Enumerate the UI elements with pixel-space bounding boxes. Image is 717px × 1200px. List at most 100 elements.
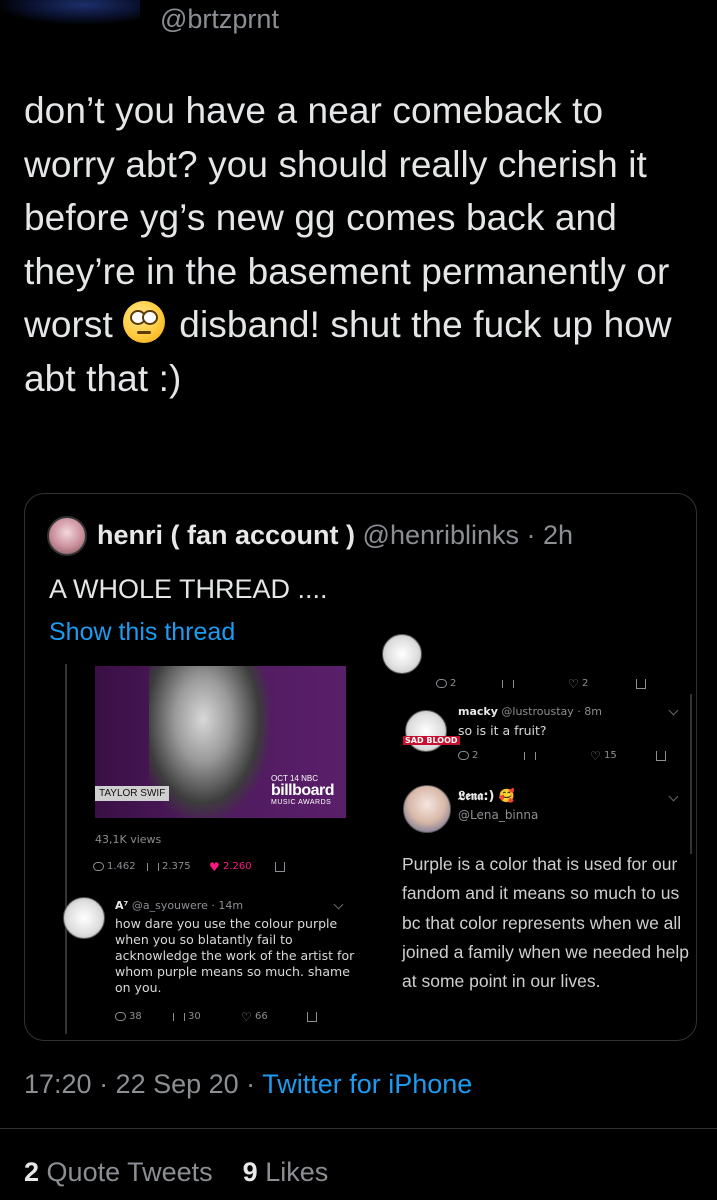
reply-author-name[interactable]: A⁷ xyxy=(115,899,128,912)
tweet-text-part2: disband! shut the fuck up how abt that :… xyxy=(24,304,672,399)
reply-stats-macky: 2 ♡ 15 xyxy=(458,748,666,763)
share-button[interactable] xyxy=(307,1011,317,1022)
tweet-body: don’t you have a near comeback to worry … xyxy=(24,84,694,405)
reply-count: 2 xyxy=(472,750,479,761)
video-thumbnail[interactable]: TAYLOR SWIF OCT 14 NBC billboard MUSIC A… xyxy=(95,666,346,818)
like-count: 15 xyxy=(604,750,617,761)
divider xyxy=(0,1128,717,1129)
like-button[interactable]: ♡ 15 xyxy=(590,748,656,763)
tweet-source-link[interactable]: Twitter for iPhone xyxy=(262,1069,472,1099)
quoted-tweet-time: · 2h xyxy=(526,520,574,550)
share-icon xyxy=(275,861,285,872)
reply-author-name[interactable]: macky xyxy=(458,705,498,718)
reply-avatar-a7[interactable] xyxy=(63,897,105,939)
like-button[interactable]: ♥ 2.260 xyxy=(209,859,275,874)
heart-icon: ♡ xyxy=(590,748,601,763)
face-with-rolling-eyes-icon xyxy=(123,301,166,343)
likes-link[interactable]: 9 Likes xyxy=(243,1157,329,1187)
reply-avatar-macky[interactable] xyxy=(405,710,447,752)
reply-icon xyxy=(436,679,447,688)
likes-label: Likes xyxy=(265,1157,329,1187)
reply-button[interactable]: 38 xyxy=(115,1011,173,1022)
reply-header-lena: 𝕷𝖊𝖓𝖆:) 🥰 xyxy=(458,789,515,804)
quoted-tweet-header: henri ( fan account ) @henriblinks · 2h xyxy=(97,520,573,551)
tweet-time: 17:20 · 22 Sep 20 · xyxy=(24,1069,256,1099)
reply-author-name[interactable]: 𝕷𝖊𝖓𝖆:) xyxy=(458,789,495,804)
share-icon xyxy=(307,1011,317,1022)
reply-stats-a7: 38 30 ♡ 66 xyxy=(115,1009,317,1024)
retweet-count: 30 xyxy=(188,1011,201,1022)
share-button[interactable] xyxy=(275,861,285,872)
like-button[interactable]: ♡ 2 xyxy=(568,676,636,691)
tweet-timestamp: 17:20 · 22 Sep 20 · Twitter for iPhone xyxy=(24,1069,472,1100)
billboard-awards: MUSIC AWARDS xyxy=(271,799,332,806)
reply-avatar-lena[interactable] xyxy=(403,785,451,833)
retweet-button[interactable] xyxy=(524,751,590,760)
show-thread-link[interactable]: Show this thread xyxy=(49,618,235,647)
quoted-author-handle[interactable]: @henriblinks xyxy=(363,520,519,550)
like-count: 2.260 xyxy=(223,861,252,872)
like-button[interactable]: ♡ 66 xyxy=(241,1009,307,1024)
share-button[interactable] xyxy=(636,678,646,689)
engagement-counts: 2 Quote Tweets 9 Likes xyxy=(24,1157,328,1188)
reply-text-lena: Purple is a color that is used for our f… xyxy=(402,854,689,992)
reply-button[interactable]: 1.462 xyxy=(93,861,147,872)
heart-filled-icon: ♥ xyxy=(209,859,220,874)
smiling-face-with-hearts-icon: 🥰 xyxy=(498,789,515,804)
thread-line xyxy=(65,664,67,1034)
video-tweet-stats: 1.462 2.375 ♥ 2.260 xyxy=(93,859,285,874)
reply-icon xyxy=(458,751,469,760)
embedded-screenshot-right[interactable]: 2 ♡ 2 SAD BLOOD macky @lustroustay · 8m s… xyxy=(370,634,695,1034)
retweet-icon xyxy=(147,862,159,871)
retweet-button[interactable]: 30 xyxy=(173,1011,241,1022)
reply-button[interactable]: 2 xyxy=(458,750,524,761)
share-icon xyxy=(656,750,666,761)
author-handle[interactable]: @brtzprnt xyxy=(160,4,279,35)
quoted-tweet-text: A WHOLE THREAD .... xyxy=(49,574,328,604)
heart-icon: ♡ xyxy=(568,676,579,691)
view-count: 43,1K views xyxy=(95,833,162,846)
retweet-button[interactable]: 2.375 xyxy=(147,861,209,872)
heart-icon: ♡ xyxy=(241,1009,252,1024)
quoted-tweet-card[interactable]: henri ( fan account ) @henriblinks · 2h … xyxy=(24,493,697,1041)
quote-tweets-link[interactable]: 2 Quote Tweets xyxy=(24,1157,213,1187)
reply-count: 1.462 xyxy=(107,861,136,872)
likes-count: 9 xyxy=(242,1157,258,1187)
chevron-down-icon[interactable] xyxy=(668,705,679,716)
quoted-author-name[interactable]: henri ( fan account ) xyxy=(97,520,355,550)
quote-tweets-label: Quote Tweets xyxy=(46,1157,213,1187)
sad-blood-badge: SAD BLOOD xyxy=(403,736,460,745)
quoted-author-avatar[interactable] xyxy=(47,516,87,556)
top-reply-stats: 2 ♡ 2 xyxy=(436,676,646,691)
billboard-logo: OCT 14 NBC billboard MUSIC AWARDS xyxy=(271,774,335,806)
retweet-count: 2.375 xyxy=(162,861,191,872)
reply-author-handle[interactable]: @a_syouwere xyxy=(132,899,208,912)
reply-time: · 8m xyxy=(577,705,602,718)
reply-author-handle[interactable]: @Lena_binna xyxy=(458,808,538,822)
reply-icon xyxy=(93,862,104,871)
like-count: 2 xyxy=(582,678,589,689)
scrollbar[interactable] xyxy=(690,694,692,854)
chevron-down-icon[interactable] xyxy=(668,791,679,802)
reply-time: · 14m xyxy=(211,899,244,912)
embedded-screenshot-left[interactable]: TAYLOR SWIF OCT 14 NBC billboard MUSIC A… xyxy=(63,664,365,1034)
reply-icon xyxy=(115,1012,126,1021)
retweet-button[interactable] xyxy=(502,679,568,688)
reply-text-a7: how dare you use the colour purple when … xyxy=(115,916,355,995)
retweet-icon xyxy=(524,751,536,760)
retweet-icon xyxy=(502,679,514,688)
reply-count: 38 xyxy=(129,1011,142,1022)
video-caption: TAYLOR SWIF xyxy=(95,786,170,801)
reply-author-handle[interactable]: @lustroustay xyxy=(501,705,573,718)
share-icon xyxy=(636,678,646,689)
billboard-name: billboard xyxy=(271,782,335,799)
reply-header-a7: A⁷ @a_syouwere · 14m xyxy=(115,899,243,912)
like-count: 66 xyxy=(255,1011,268,1022)
author-avatar[interactable] xyxy=(0,0,140,24)
chevron-down-icon[interactable] xyxy=(333,899,344,910)
share-button[interactable] xyxy=(656,750,666,761)
retweet-icon xyxy=(173,1012,185,1021)
reply-count: 2 xyxy=(450,678,457,689)
reply-avatar-cropped[interactable] xyxy=(382,634,422,674)
reply-button[interactable]: 2 xyxy=(436,678,502,689)
